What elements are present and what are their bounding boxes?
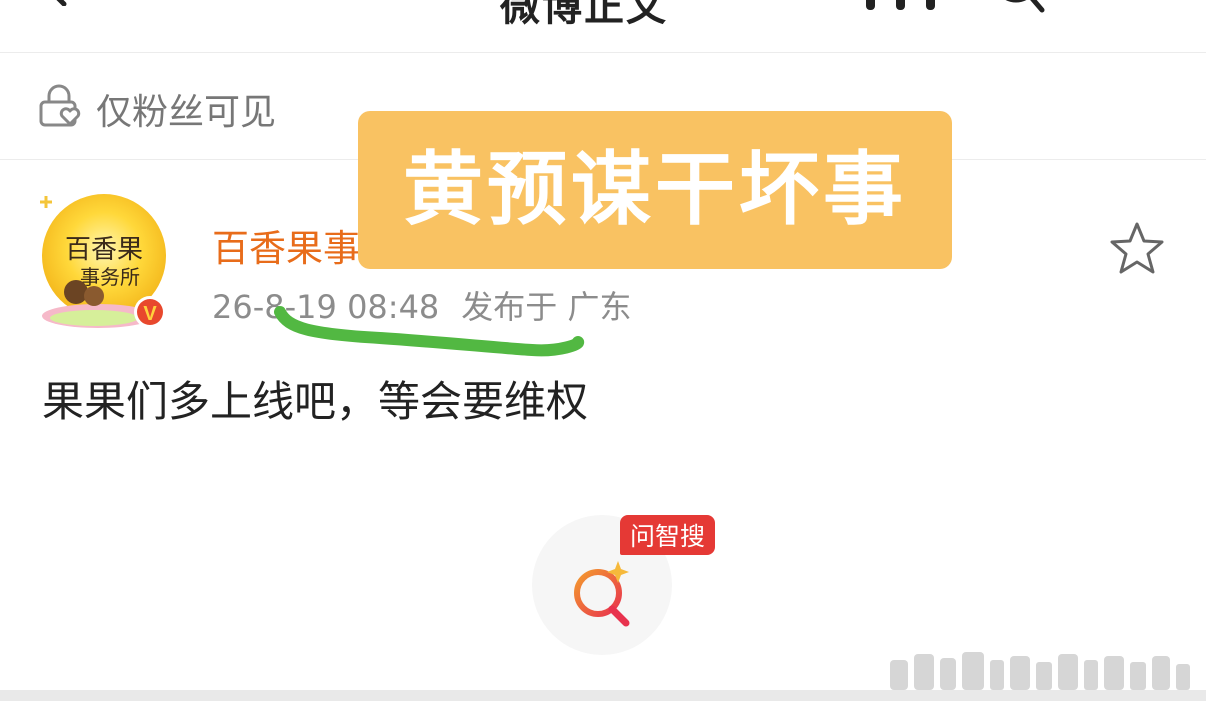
more-icon[interactable] [860, 0, 950, 10]
overlay-annotation: 黄预谋干坏事 [358, 111, 952, 269]
verified-badge: V [143, 303, 157, 325]
watermark [890, 652, 1190, 690]
handdrawn-underline [274, 306, 585, 357]
bottom-divider [0, 690, 1206, 701]
smart-search-button[interactable]: 问智搜 [532, 515, 716, 655]
star-icon[interactable] [1108, 220, 1166, 276]
page-title: 微博正文 [500, 0, 668, 30]
avatar-text-line1: 百香果 [65, 235, 143, 265]
avatar-text-line2: 事务所 [80, 265, 140, 289]
top-navigation-bar: 微博正文 [0, 0, 1206, 53]
smart-search-badge: 问智搜 [620, 515, 716, 555]
magnifier-sparkle-icon [574, 561, 630, 627]
chevron-left-icon[interactable] [38, 0, 74, 6]
visibility-label: 仅粉丝可见 [96, 92, 277, 133]
lock-heart-icon [39, 84, 81, 127]
avatar[interactable]: 百香果 事务所 V [36, 190, 172, 330]
author-name[interactable]: 百香果事 [212, 218, 360, 272]
search-icon[interactable] [990, 0, 1050, 18]
post-text: 果果们多上线吧，等会要维权 [42, 377, 589, 426]
avatar-image: 百香果 事务所 V [36, 190, 172, 330]
